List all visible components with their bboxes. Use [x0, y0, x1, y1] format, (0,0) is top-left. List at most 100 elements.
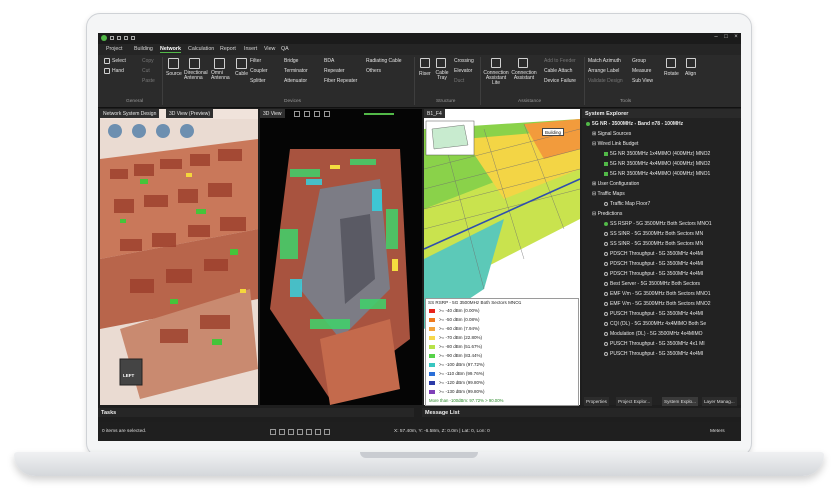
undo-icon[interactable]	[124, 36, 128, 40]
prediction-item[interactable]: PDSCH Throughput - 5G 3500MHz 4x4MI	[604, 271, 703, 277]
duct-button[interactable]: Duct	[454, 78, 464, 84]
device-failure-button[interactable]: Device Failure	[544, 78, 576, 84]
prediction-item[interactable]: SS SINR - 5G 3500MHz Both Sectors MN	[604, 241, 703, 247]
tab-network-system-design[interactable]: Network System Design	[100, 109, 160, 118]
view-tool-icon[interactable]	[304, 111, 310, 117]
cable-attach-button[interactable]: Cable Attach	[544, 68, 572, 74]
bda-button[interactable]: BDA	[324, 58, 334, 64]
filter-icon[interactable]	[132, 124, 146, 138]
select-button[interactable]: Select	[112, 58, 126, 64]
swap-icon[interactable]	[156, 124, 170, 138]
snap-tool-icon[interactable]	[270, 429, 276, 435]
tab-project-explorer[interactable]: Project Explor...	[616, 397, 653, 406]
terminator-button[interactable]: Terminator	[284, 68, 308, 74]
tree-item-traffic-maps[interactable]: ⊟ Traffic Maps	[592, 191, 625, 197]
omni-antenna-button[interactable]: Omni Antenna	[211, 71, 231, 81]
settings-icon[interactable]	[108, 124, 122, 138]
zoom-slider[interactable]	[364, 113, 394, 115]
tree-item-predictions[interactable]: ⊟ Predictions	[592, 211, 622, 217]
validate-design-button[interactable]: Validate Design	[588, 78, 623, 84]
close-icon[interactable]: ×	[732, 34, 740, 40]
radio-icon[interactable]	[604, 261, 608, 266]
zoom-in-icon[interactable]	[306, 429, 312, 435]
tree-root[interactable]: 5G NR - 3500MHz - Band n78 - 100MHz	[586, 121, 683, 127]
prediction-item[interactable]: SS RSRP - 5G 3500MHz Both Sectors MNO1	[604, 221, 712, 227]
directional-antenna-button[interactable]: Directional Antenna	[184, 71, 208, 81]
prediction-item[interactable]: EMF V/m - 5G 3500MHz Both Sectors MNO2	[604, 301, 711, 307]
menu-network[interactable]: Network	[160, 46, 181, 53]
viewport-3d-preview[interactable]: Network System Design 3D View (Preview) …	[100, 109, 258, 405]
zoom-out-icon[interactable]	[315, 429, 321, 435]
align-button[interactable]: Align	[685, 71, 696, 77]
checkbox-icon[interactable]	[604, 171, 608, 176]
attenuator-button[interactable]: Attenuator	[284, 78, 307, 84]
radio-icon[interactable]	[604, 231, 608, 236]
repeater-button[interactable]: Repeater	[324, 68, 345, 74]
nav-cube-label[interactable]: LEFT	[123, 373, 134, 378]
radio-icon[interactable]	[604, 281, 608, 286]
source-button[interactable]: Source	[166, 71, 182, 77]
connection-assistant-lite-button[interactable]: Connection Assistant Lite	[482, 71, 510, 86]
radio-icon[interactable]	[604, 271, 608, 276]
coupler-button[interactable]: Coupler	[250, 68, 268, 74]
tab-3d-view-preview[interactable]: 3D View (Preview)	[166, 109, 214, 118]
save-icon[interactable]	[110, 36, 114, 40]
radio-icon[interactable]	[604, 291, 608, 296]
menu-calculation[interactable]: Calculation	[188, 46, 214, 52]
tab-floor-b1-f4[interactable]: B1_F4	[424, 109, 445, 118]
checkbox-icon[interactable]	[604, 151, 608, 156]
open-icon[interactable]	[117, 36, 121, 40]
copy-button[interactable]: Copy	[142, 58, 154, 64]
cable-button[interactable]: Cable	[235, 71, 248, 77]
checkbox-icon[interactable]	[604, 161, 608, 166]
snap-tool-icon[interactable]	[297, 429, 303, 435]
paste-button[interactable]: Paste	[142, 78, 155, 84]
snap-tool-icon[interactable]	[279, 429, 285, 435]
cable-tray-button[interactable]: Cable Tray	[434, 71, 450, 81]
splitter-button[interactable]: Splitter	[250, 78, 266, 84]
tree-item-signal-sources[interactable]: ⊞ Signal Sources	[592, 131, 631, 137]
tree-item-wired-link-budget[interactable]: ⊟ Wired Link Budget	[592, 141, 638, 147]
others-button[interactable]: Others	[366, 68, 381, 74]
add-to-feeder-button[interactable]: Add to Feeder	[544, 58, 576, 64]
prediction-item[interactable]: EMF V/m - 5G 3500MHz Both Sectors MNO1	[604, 291, 711, 297]
radio-icon[interactable]	[604, 241, 608, 246]
bridge-button[interactable]: Bridge	[284, 58, 298, 64]
riser-button[interactable]: Riser	[419, 71, 431, 77]
menu-view[interactable]: View	[264, 46, 275, 52]
cut-button[interactable]: Cut	[142, 68, 150, 74]
prediction-item[interactable]: PDSCH Throughput - 5G 3500MHz 4x4MI	[604, 261, 703, 267]
menu-building[interactable]: Building	[134, 46, 153, 52]
prediction-item[interactable]: Modulation (DL) - 5G 3500MHz 4x4MIMO	[604, 331, 703, 337]
home-icon[interactable]	[180, 124, 194, 138]
radio-icon[interactable]	[604, 341, 608, 346]
minimize-icon[interactable]: –	[712, 34, 720, 40]
menu-project[interactable]: Project	[106, 46, 123, 52]
view-tool-icon[interactable]	[324, 111, 330, 117]
tree-item-link[interactable]: 5G NR 3500MHz 4x4MIMO (400MHz) MNO2	[604, 161, 710, 167]
tree-item-traffic-map-floor[interactable]: Traffic Map Floor7	[604, 201, 650, 207]
arrange-label-button[interactable]: Arrange Label	[588, 68, 619, 74]
prediction-item[interactable]: PUSCH Throughput - 5G 3500MHz 4x1 MI	[604, 341, 705, 347]
hand-button[interactable]: Hand	[112, 68, 124, 74]
sub-view-button[interactable]: Sub View	[632, 78, 653, 84]
radio-icon[interactable]	[604, 351, 608, 356]
radio-icon[interactable]	[604, 301, 608, 306]
tree-item-link[interactable]: 5G NR 3500MHz 1x4MIMO (400MHz) MNO2	[604, 151, 710, 157]
radio-icon[interactable]	[604, 331, 608, 336]
connection-assistant-button[interactable]: Connection Assistant	[511, 71, 537, 81]
radio-icon[interactable]	[604, 321, 608, 326]
prediction-item[interactable]: PDSCH Throughput - 5G 3500MHz 4x4MI	[604, 251, 703, 257]
fiber-repeater-button[interactable]: Fiber Repeater	[324, 78, 357, 84]
rotate-button[interactable]: Rotate	[664, 71, 679, 77]
tree-item-user-configuration[interactable]: ⊞ User Configuration	[592, 181, 639, 187]
radio-icon[interactable]	[604, 311, 608, 316]
tab-3d-view[interactable]: 3D View	[260, 109, 285, 118]
group-button[interactable]: Group	[632, 58, 646, 64]
tab-layer-manager[interactable]: Layer Manag...	[702, 397, 737, 406]
prediction-item[interactable]: Best Server - 5G 3500MHz Both Sectors	[604, 281, 700, 287]
tree-item-link[interactable]: 5G NR 3500MHz 4x4MIMO (400MHz) MNO1	[604, 171, 710, 177]
prediction-item[interactable]: SS SINR - 5G 3500MHz Both Sectors MN	[604, 231, 703, 237]
elevator-button[interactable]: Elevator	[454, 68, 472, 74]
match-azimuth-button[interactable]: Match Azimuth	[588, 58, 621, 64]
